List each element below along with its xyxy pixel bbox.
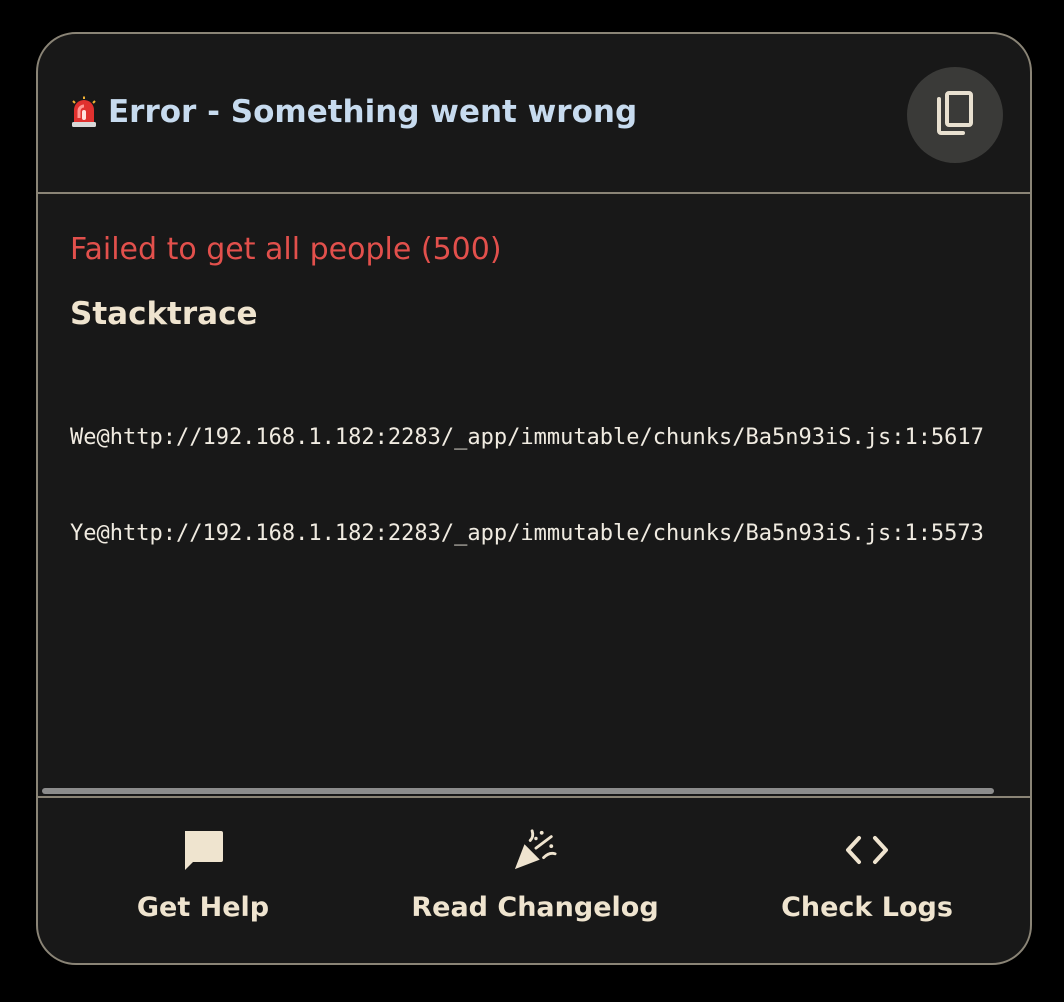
read-changelog-button[interactable]: Read Changelog [385, 828, 685, 938]
error-body: Failed to get all people (500) Stacktrac… [38, 194, 1030, 798]
check-logs-button[interactable]: Check Logs [717, 828, 1017, 938]
error-dialog: Error - Something went wrong Failed to g… [36, 32, 1032, 965]
dialog-header: Error - Something went wrong [38, 34, 1030, 194]
chat-bubble-icon [181, 828, 225, 872]
title-row: Error - Something went wrong [70, 94, 637, 130]
get-help-button[interactable]: Get Help [53, 828, 353, 938]
get-help-label: Get Help [136, 892, 270, 923]
stacktrace-heading: Stacktrace [70, 296, 258, 332]
check-logs-label: Check Logs [781, 892, 953, 923]
stacktrace-line: Ye@http://192.168.1.182:2283/_app/immuta… [70, 521, 984, 546]
error-message: Failed to get all people (500) [70, 232, 502, 267]
stacktrace-line: We@http://192.168.1.182:2283/_app/immuta… [70, 425, 984, 450]
horizontal-scrollbar[interactable] [38, 786, 1030, 796]
dialog-title: Error - Something went wrong [108, 94, 638, 130]
scrollbar-thumb[interactable] [42, 788, 994, 794]
stacktrace-block[interactable]: We@http://192.168.1.182:2283/_app/immuta… [70, 358, 984, 614]
copy-icon [933, 89, 977, 141]
party-popper-icon [513, 828, 557, 872]
dialog-footer: Get Help Read Changelog Check Logs [38, 796, 1030, 963]
code-brackets-icon [845, 828, 889, 872]
read-changelog-label: Read Changelog [411, 892, 659, 923]
copy-button[interactable] [907, 67, 1003, 163]
siren-icon [70, 96, 98, 128]
